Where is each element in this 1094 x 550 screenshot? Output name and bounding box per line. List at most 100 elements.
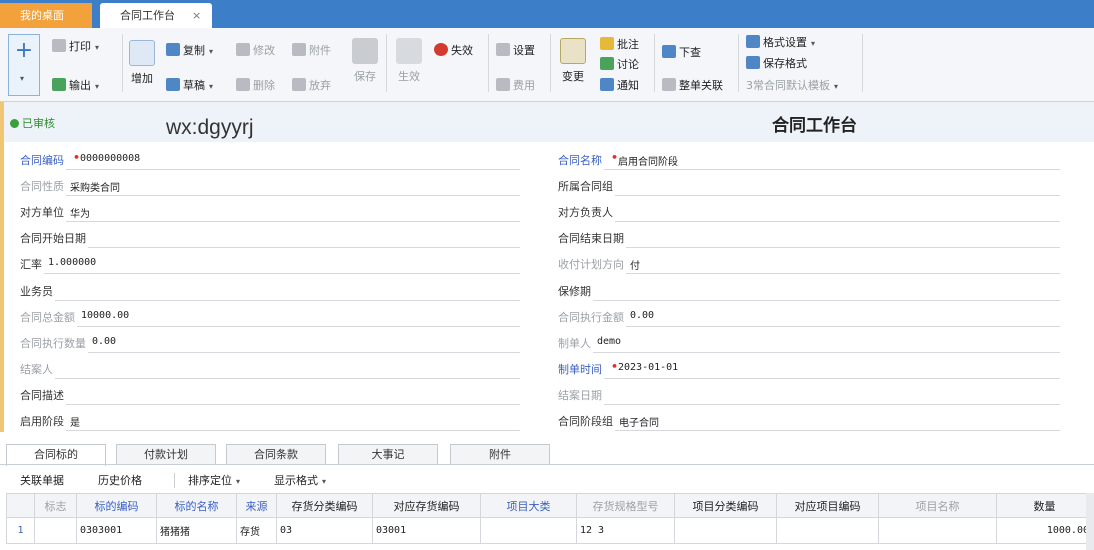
export-button[interactable]: 输出 ▾ — [52, 77, 99, 95]
column-header[interactable]: 标的编码 — [76, 493, 157, 518]
table-cell[interactable]: 12 3 — [576, 517, 675, 544]
modify-label: 修改 — [253, 44, 275, 57]
table-cell[interactable] — [776, 517, 879, 544]
vertical-scrollbar[interactable] — [1086, 493, 1094, 550]
settings-button[interactable]: 设置 — [496, 42, 535, 60]
form-field-underline — [626, 326, 1060, 327]
column-header[interactable]: 数量 — [996, 493, 1093, 518]
notify-button[interactable]: 通知 — [600, 77, 639, 95]
table-cell[interactable]: 1 — [6, 517, 35, 544]
default-template-select[interactable]: 3常合同默认模板 ▾ — [746, 77, 838, 95]
discuss-button[interactable]: 讨论 — [600, 56, 639, 74]
export-label: 输出 — [69, 79, 91, 92]
copy-button[interactable]: 复制 ▾ — [166, 42, 213, 60]
modify-button[interactable]: 修改 — [236, 42, 275, 60]
draft-button[interactable]: 草稿 ▾ — [166, 77, 213, 95]
form-field-underline — [615, 430, 1060, 431]
form-field-underline — [66, 169, 520, 170]
sort-locate-button[interactable]: 排序定位 ▾ — [188, 472, 240, 488]
form-field-value[interactable]: 0.00 — [630, 310, 654, 321]
table-cell[interactable]: 0303001 — [76, 517, 157, 544]
form-label: 结案日期 — [558, 389, 602, 402]
default-template-value: 3常合同默认模板 — [746, 79, 830, 92]
table-cell[interactable]: 03001 — [372, 517, 481, 544]
column-header[interactable]: 对应存货编码 — [372, 493, 481, 518]
column-header[interactable]: 存货规格型号 — [576, 493, 675, 518]
column-header[interactable]: 项目分类编码 — [674, 493, 777, 518]
add-button[interactable]: 增加 — [128, 40, 156, 86]
form-field-underline — [88, 247, 520, 248]
tab-detail-4[interactable]: 附件 — [450, 444, 550, 465]
save-format-button[interactable]: 保存格式 — [746, 55, 807, 73]
change-button[interactable]: 变更 — [558, 38, 588, 84]
save-button[interactable]: 保存 — [350, 38, 380, 84]
tab-detail-1[interactable]: 付款计划 — [116, 444, 216, 465]
effective-label: 生效 — [398, 70, 420, 83]
form-field-value[interactable]: 付 — [630, 257, 640, 272]
column-header[interactable]: 来源 — [236, 493, 277, 518]
table-row[interactable]: 1 0303001 猪猪猪 存货 03 03001 12 3 1000.00 — [6, 517, 1093, 544]
form-field-value[interactable]: 华为 — [70, 205, 90, 220]
column-header[interactable]: 标的名称 — [156, 493, 237, 518]
form-field-value[interactable]: 0.00 — [92, 336, 116, 347]
attachment-button[interactable]: 附件 — [292, 42, 331, 60]
form-field-value[interactable]: demo — [597, 336, 621, 347]
table-cell[interactable] — [878, 517, 997, 544]
table-cell[interactable]: 猪猪猪 — [156, 517, 237, 544]
delete-button[interactable]: 删除 — [236, 77, 275, 95]
draft-label: 草稿 — [183, 79, 205, 92]
column-header[interactable]: 对应项目编码 — [776, 493, 879, 518]
close-icon[interactable]: × — [192, 3, 201, 28]
related-docs-button[interactable]: 关联单据 — [20, 472, 64, 488]
tabs-baseline — [0, 464, 1094, 465]
discard-button[interactable]: 放弃 — [292, 77, 331, 95]
page-title: 合同工作台 — [772, 116, 857, 136]
toolbar-divider — [122, 34, 123, 92]
form-field-value[interactable]: 2023-01-01 — [618, 362, 678, 373]
doc-link-button[interactable]: 整单关联 — [662, 77, 723, 95]
window-tab-bar: 我的桌面 合同工作台 × — [0, 0, 1094, 28]
column-header[interactable]: 项目大类 — [480, 493, 577, 518]
tab-detail-2[interactable]: 合同条款 — [226, 444, 326, 465]
form-field-underline — [44, 273, 520, 274]
form-field-value[interactable]: 1.000000 — [48, 257, 96, 268]
format-settings-button[interactable]: 格式设置 ▾ — [746, 34, 815, 52]
column-header[interactable] — [6, 493, 35, 518]
plus-icon[interactable]: + — [8, 34, 40, 96]
stop-icon — [434, 43, 448, 56]
form-field-underline — [593, 300, 1060, 301]
tab-home[interactable]: 我的桌面 — [0, 3, 92, 28]
history-price-button[interactable]: 历史价格 — [98, 472, 142, 488]
tab-detail-3[interactable]: 大事记 — [338, 444, 438, 465]
form-field-value[interactable]: 启用合同阶段 — [618, 153, 678, 168]
form-field-value[interactable]: 10000.00 — [81, 310, 129, 321]
annotate-button[interactable]: 批注 — [600, 36, 639, 54]
table-cell[interactable] — [480, 517, 577, 544]
form-field-value[interactable]: 电子合同 — [619, 414, 659, 429]
form-label: 业务员 — [20, 285, 53, 298]
column-header[interactable]: 项目名称 — [878, 493, 997, 518]
form-field-value[interactable]: 是 — [70, 414, 80, 429]
table-cell[interactable] — [674, 517, 777, 544]
effective-button[interactable]: 生效 — [394, 38, 424, 84]
form-label: 合同性质 — [20, 180, 64, 193]
display-format-button[interactable]: 显示格式 ▾ — [274, 472, 326, 488]
table-cell[interactable]: 存货 — [236, 517, 277, 544]
tab-contract-workbench[interactable]: 合同工作台 × — [100, 3, 212, 28]
table-cell[interactable] — [34, 517, 77, 544]
table-cell[interactable]: 1000.00 — [996, 517, 1093, 544]
costs-button[interactable]: 费用 — [496, 77, 535, 95]
print-button[interactable]: 打印 ▾ — [52, 38, 99, 56]
column-header[interactable]: 标志 — [34, 493, 77, 518]
printer-icon — [52, 39, 66, 52]
down-check-button[interactable]: 下查 — [662, 44, 701, 62]
table-cell[interactable]: 03 — [276, 517, 373, 544]
comment-icon — [600, 37, 614, 50]
column-header[interactable]: 存货分类编码 — [276, 493, 373, 518]
save-format-label: 保存格式 — [763, 57, 807, 70]
chevron-down-icon[interactable]: ▾ — [20, 74, 24, 83]
tab-detail-0[interactable]: 合同标的 — [6, 444, 106, 466]
form-field-value[interactable]: 0000000008 — [80, 153, 140, 164]
invalid-button[interactable]: 失效 — [434, 42, 473, 60]
form-field-value[interactable]: 采购类合同 — [70, 179, 120, 194]
